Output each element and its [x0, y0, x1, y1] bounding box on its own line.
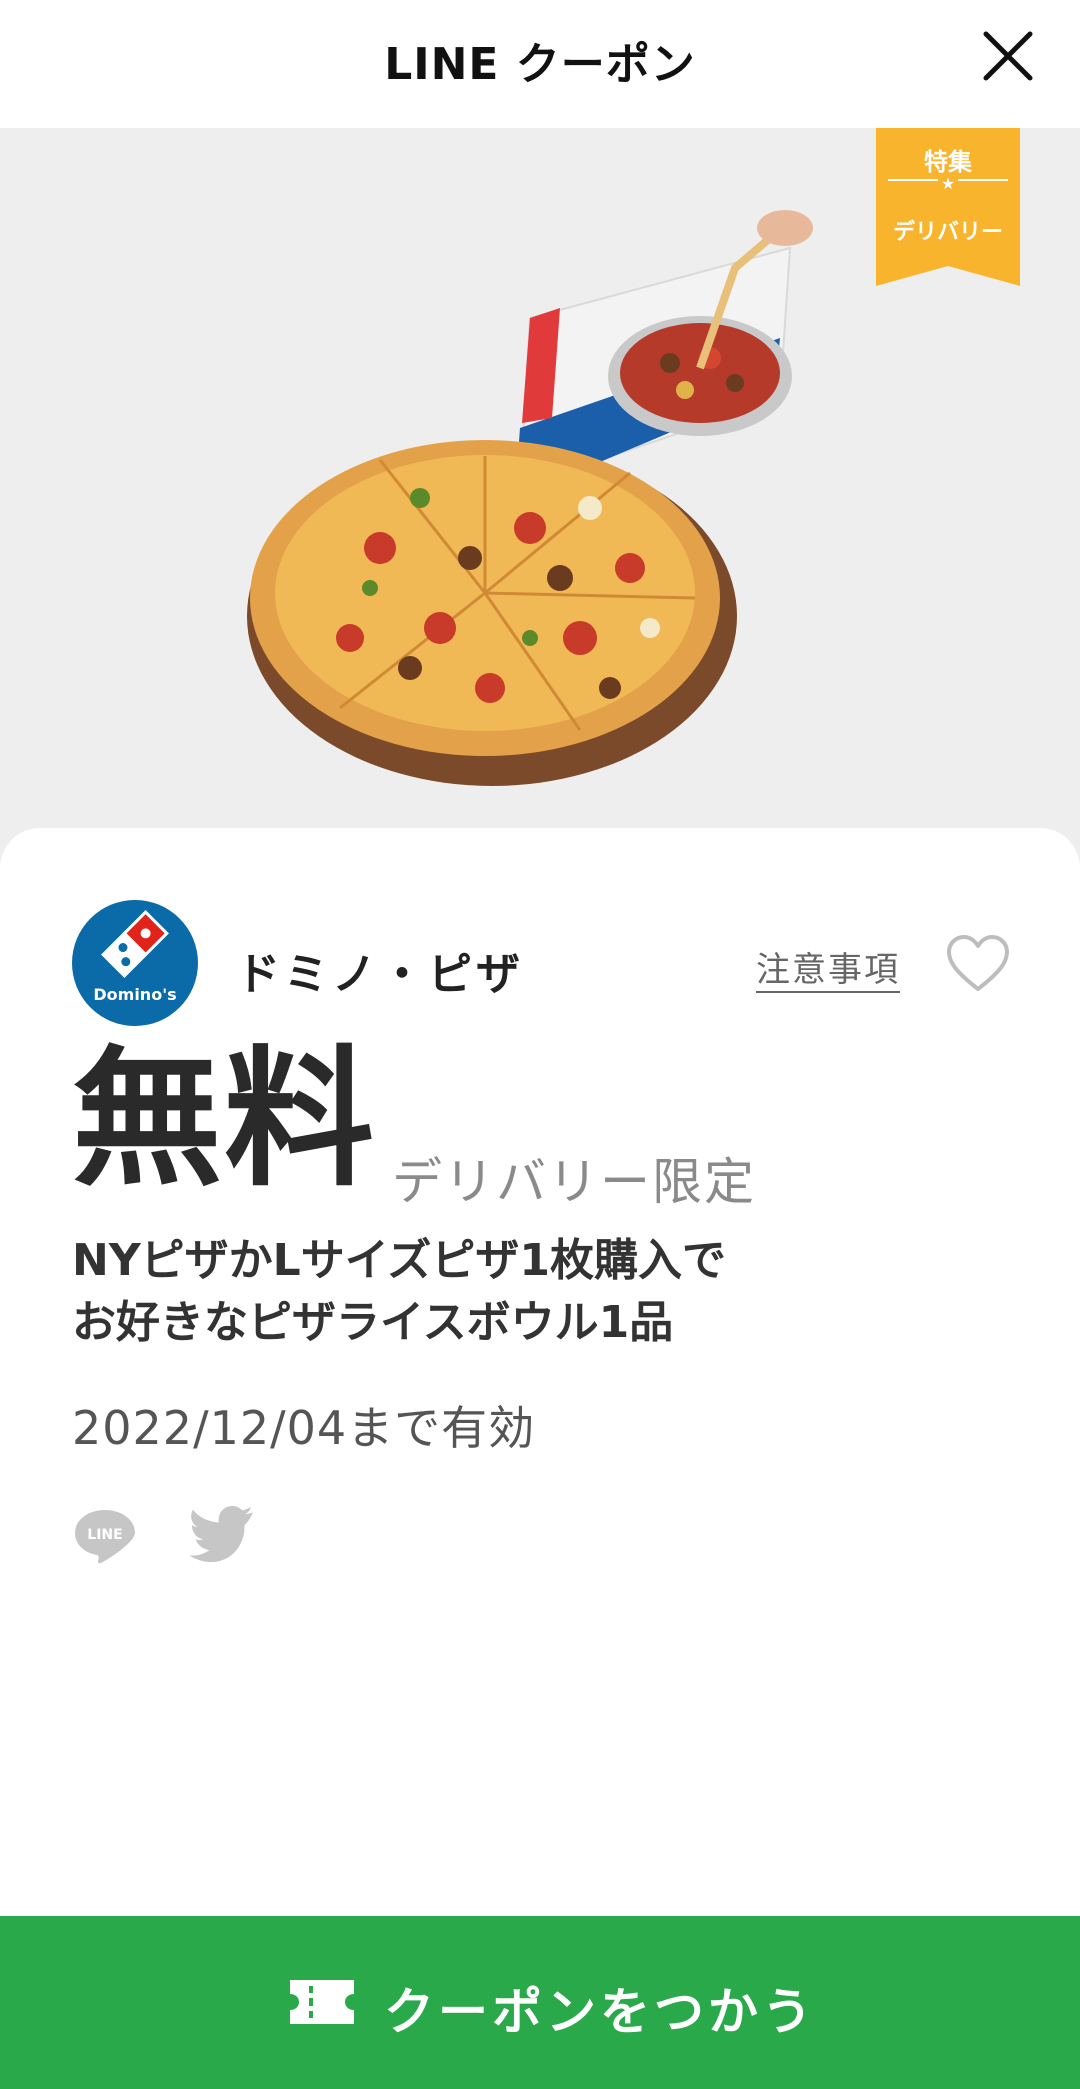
- coupon-hero-image: 特集 ★ デリバリー: [0, 128, 1080, 868]
- twitter-icon[interactable]: [188, 1506, 256, 1566]
- coupon-price: 無料: [72, 1033, 377, 1207]
- app-header: LINE クーポン: [0, 0, 1080, 128]
- svg-text:LINE: LINE: [87, 1527, 122, 1543]
- star-icon: ★: [940, 174, 956, 193]
- close-icon[interactable]: [982, 30, 1034, 82]
- coupon-description: NYピザかLサイズピザ1枚購入で お好きなピザライスボウル1品: [72, 1230, 972, 1354]
- coupon-price-note: デリバリー限定: [392, 1153, 756, 1211]
- brand-logo: Domino's: [72, 900, 198, 1026]
- line-share-icon[interactable]: LINE: [72, 1506, 138, 1566]
- svg-text:Domino's: Domino's: [93, 985, 176, 1004]
- notice-link[interactable]: 注意事項: [756, 942, 900, 991]
- brand-name: ドミノ・ピザ: [236, 949, 524, 1000]
- description-line-2: お好きなピザライスボウル1品: [72, 1297, 674, 1348]
- pizza-image: [247, 210, 813, 786]
- ribbon-label-delivery: デリバリー: [892, 220, 1003, 245]
- ticket-icon: [290, 1980, 354, 2024]
- use-coupon-button[interactable]: クーポンをつかう: [0, 1916, 1080, 2089]
- heart-icon[interactable]: [946, 934, 1010, 994]
- coupon-expiry: 2022/12/04まで有効: [72, 1401, 536, 1455]
- page-title: LINE クーポン: [384, 39, 696, 90]
- ribbon-label-feature: 特集: [924, 148, 972, 176]
- use-coupon-label: クーポンをつかう: [384, 1983, 816, 2041]
- description-line-1: NYピザかLサイズピザ1枚購入で: [72, 1235, 727, 1286]
